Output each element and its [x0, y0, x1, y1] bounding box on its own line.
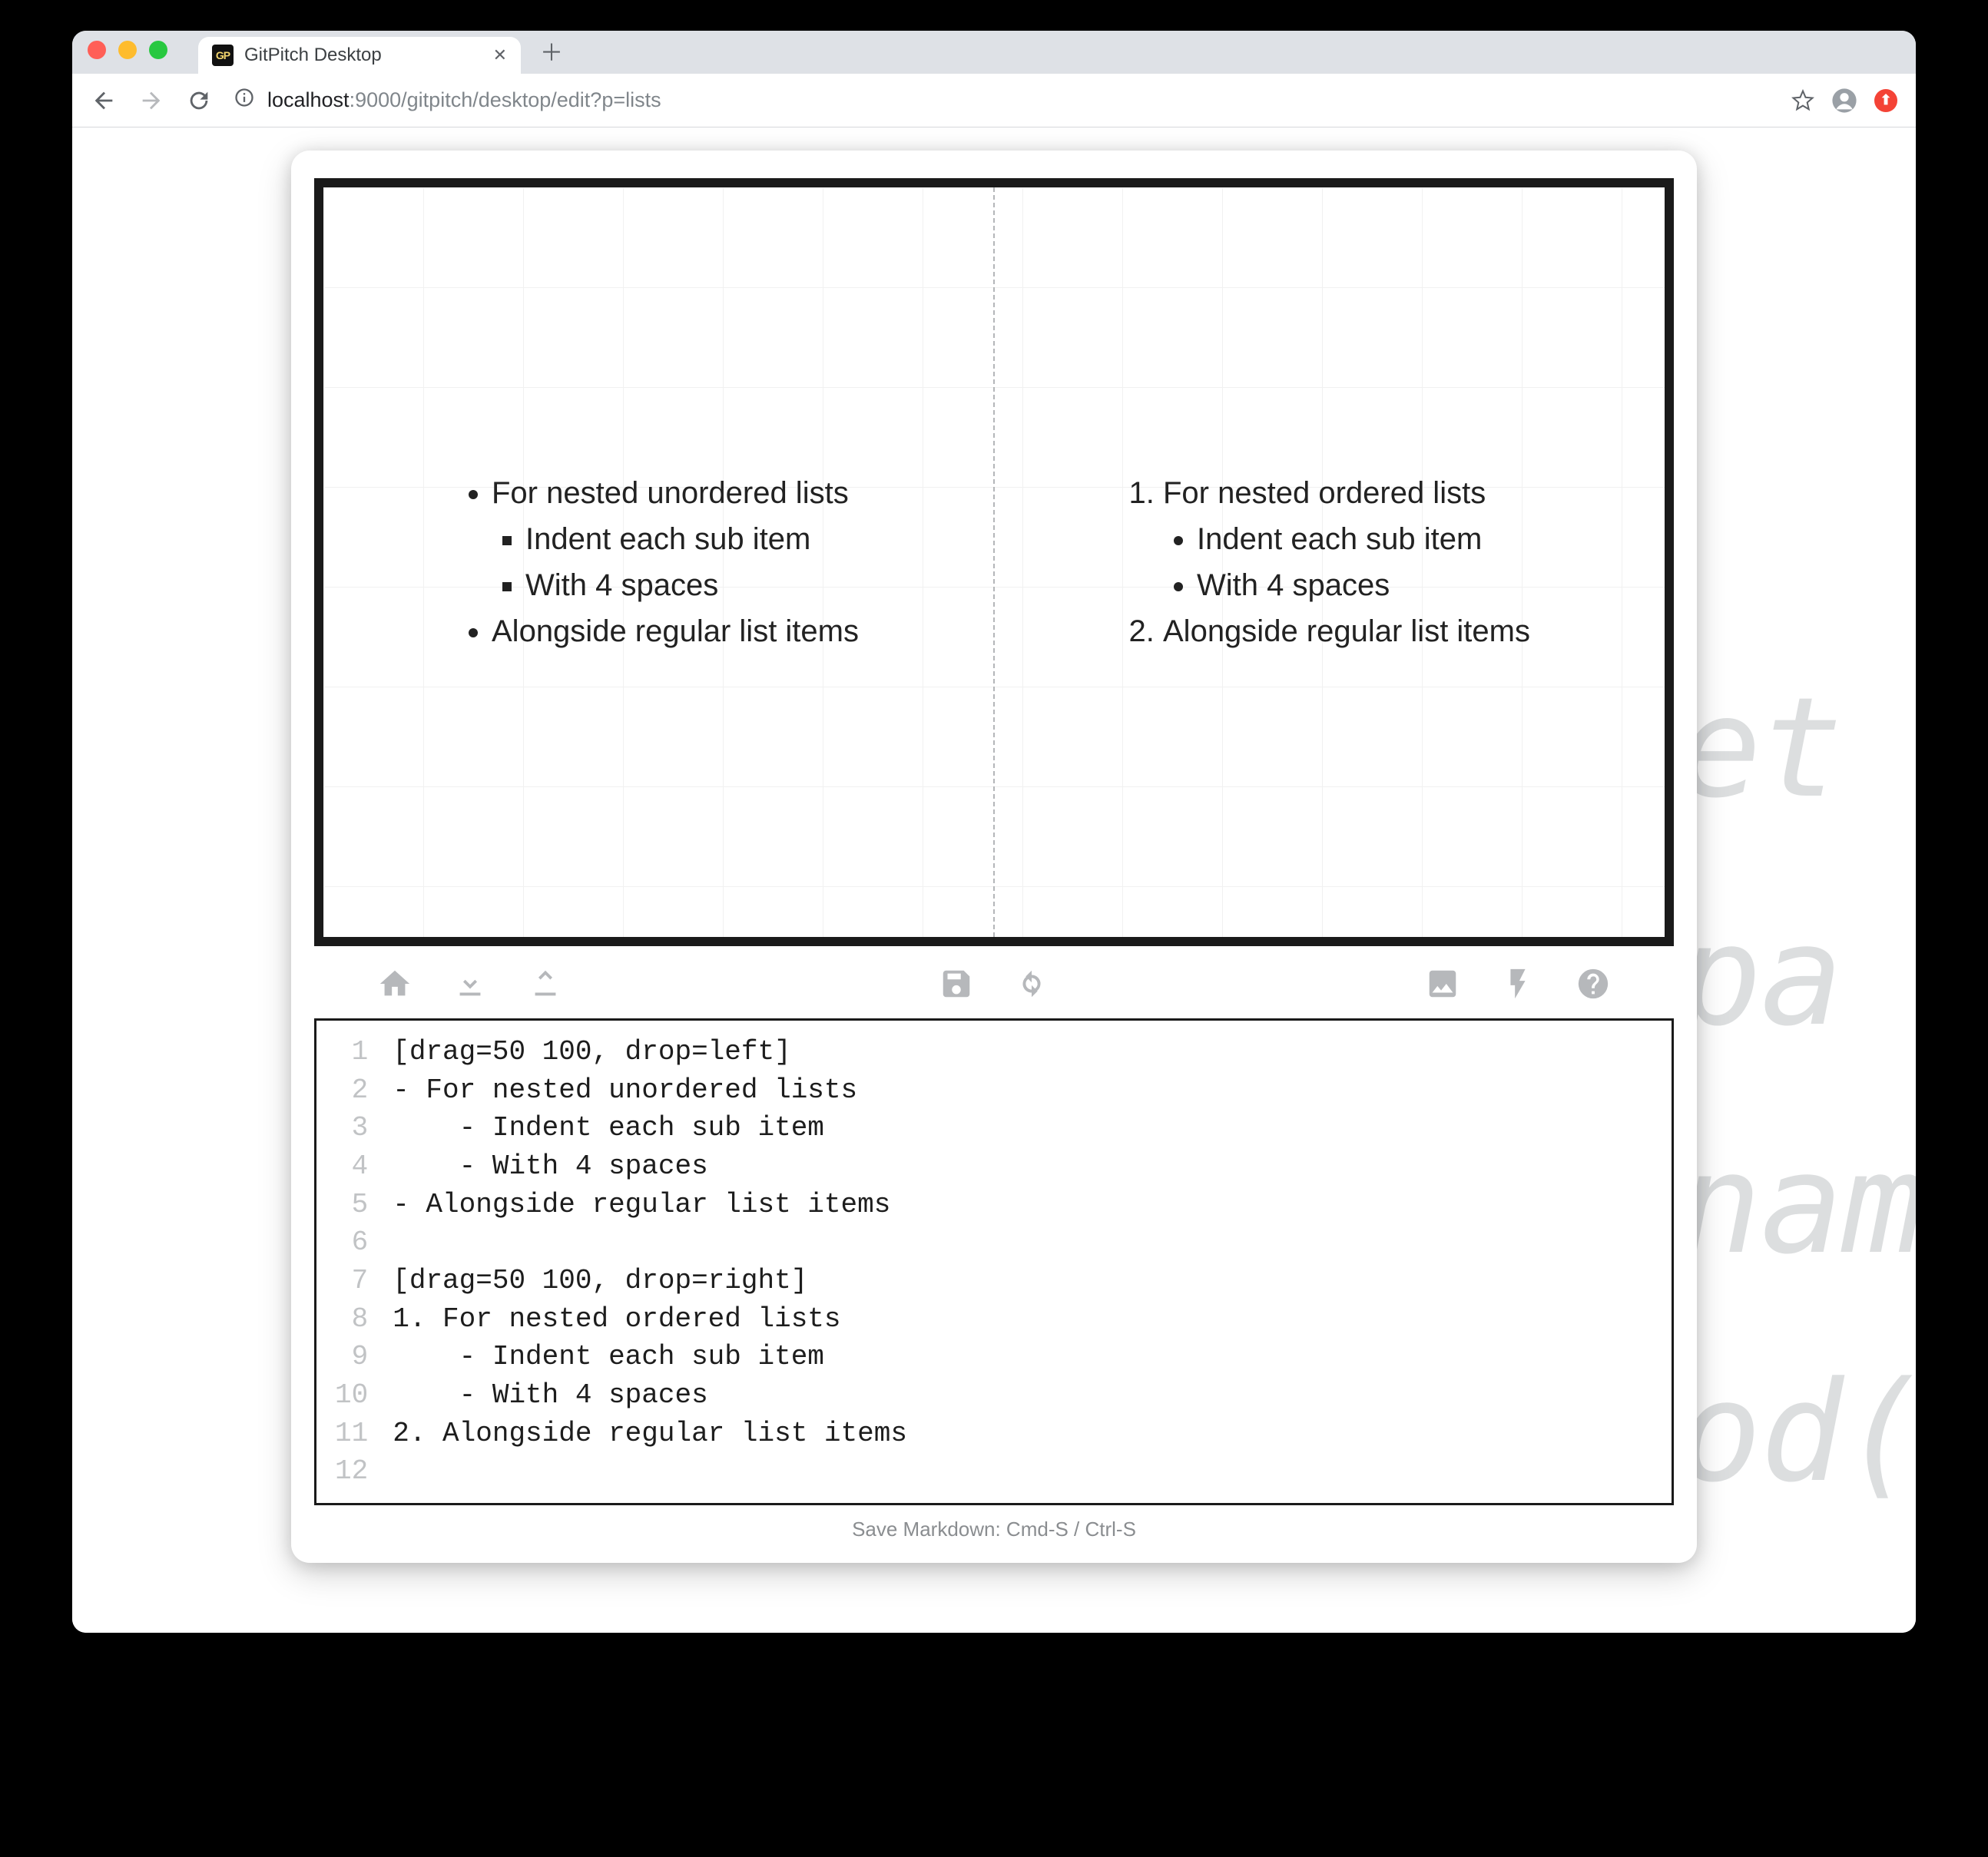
browser-window: GP GitPitch Desktop ✕ ＋ localhost:9000/g… — [72, 31, 1916, 1633]
tab-favicon: GP — [212, 45, 234, 66]
browser-tab[interactable]: GP GitPitch Desktop ✕ — [198, 37, 521, 74]
bolt-button[interactable] — [1499, 965, 1537, 1003]
close-window-button[interactable] — [88, 41, 106, 59]
addrbar-right-icons: ⬆ — [1791, 88, 1897, 114]
titlebar: GP GitPitch Desktop ✕ ＋ — [72, 31, 1916, 74]
save-button[interactable] — [937, 965, 976, 1003]
download-button[interactable] — [451, 965, 489, 1003]
bookmark-star-icon[interactable] — [1791, 89, 1814, 112]
tab-close-button[interactable]: ✕ — [493, 45, 507, 65]
reload-button[interactable] — [186, 88, 212, 114]
list-item: For nested unordered lists Indent each s… — [492, 470, 859, 608]
list-item: With 4 spaces — [525, 562, 859, 608]
list-item: Alongside regular list items — [1163, 608, 1530, 654]
help-button[interactable] — [1574, 965, 1612, 1003]
slide-preview[interactable]: For nested unordered lists Indent each s… — [314, 178, 1674, 946]
window-controls — [88, 41, 167, 59]
slide-left-region[interactable]: For nested unordered lists Indent each s… — [323, 187, 993, 937]
background-code-watermark: et pa nam od( — [1678, 634, 1916, 1547]
minimize-window-button[interactable] — [118, 41, 137, 59]
list-item: For nested ordered lists Indent each sub… — [1163, 470, 1530, 608]
editor-content[interactable]: [drag=50 100, drop=left] - For nested un… — [379, 1021, 1672, 1503]
slide-right-region[interactable]: For nested ordered lists Indent each sub… — [993, 187, 1665, 937]
list-item: With 4 spaces — [1197, 562, 1530, 608]
home-button[interactable] — [376, 965, 414, 1003]
tab-title: GitPitch Desktop — [244, 45, 482, 66]
list-item: Alongside regular list items — [492, 608, 859, 654]
refresh-button[interactable] — [1012, 965, 1051, 1003]
profile-avatar-icon[interactable] — [1831, 88, 1857, 114]
image-button[interactable] — [1423, 965, 1462, 1003]
url-field[interactable]: localhost:9000/gitpitch/desktop/edit?p=l… — [234, 87, 1770, 114]
url-text: localhost:9000/gitpitch/desktop/edit?p=l… — [267, 88, 661, 112]
new-tab-button[interactable]: ＋ — [536, 35, 567, 66]
page-viewport: et pa nam od( For nested unordered lists… — [72, 127, 1916, 1633]
forward-button[interactable] — [138, 88, 164, 114]
maximize-window-button[interactable] — [149, 41, 167, 59]
markdown-editor[interactable]: 1 2 3 4 5 6 7 8 9 10 11 12 [drag=50 100,… — [314, 1018, 1674, 1505]
list-item: Indent each sub item — [1197, 516, 1530, 562]
back-button[interactable] — [91, 88, 117, 114]
extension-icon[interactable]: ⬆ — [1874, 89, 1897, 112]
site-info-icon[interactable] — [234, 87, 255, 114]
status-hint: Save Markdown: Cmd-S / Ctrl-S — [314, 1505, 1674, 1544]
address-bar: localhost:9000/gitpitch/desktop/edit?p=l… — [72, 74, 1916, 127]
unordered-list: For nested unordered lists Indent each s… — [458, 470, 859, 654]
list-item: Indent each sub item — [525, 516, 859, 562]
line-number-gutter: 1 2 3 4 5 6 7 8 9 10 11 12 — [316, 1021, 379, 1503]
ordered-list: For nested ordered lists Indent each sub… — [1129, 470, 1530, 654]
upload-button[interactable] — [526, 965, 565, 1003]
editor-panel: For nested unordered lists Indent each s… — [291, 151, 1697, 1563]
editor-toolbar — [314, 946, 1674, 1018]
